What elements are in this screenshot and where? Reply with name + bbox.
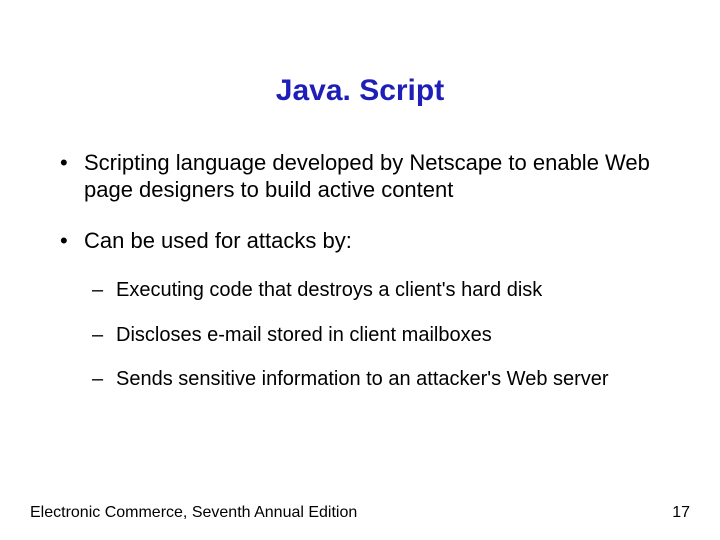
sub-bullet-item: – Executing code that destroys a client'…	[92, 278, 670, 302]
bullet-item: • Scripting language developed by Netsca…	[60, 150, 670, 204]
sub-bullet-item: – Sends sensitive information to an atta…	[92, 367, 670, 391]
footer-text: Electronic Commerce, Seventh Annual Edit…	[30, 504, 357, 522]
bullet-marker: •	[60, 228, 84, 255]
sub-bullet-text: Executing code that destroys a client's …	[116, 278, 670, 302]
sub-bullet-marker: –	[92, 323, 116, 347]
slide: Java. Script • Scripting language develo…	[0, 0, 720, 540]
bullet-marker: •	[60, 150, 84, 204]
bullet-text: Can be used for attacks by:	[84, 228, 670, 255]
sub-bullet-marker: –	[92, 367, 116, 391]
sub-bullet-marker: –	[92, 278, 116, 302]
slide-footer: Electronic Commerce, Seventh Annual Edit…	[30, 504, 690, 522]
page-number: 17	[672, 504, 690, 522]
sub-bullet-text: Sends sensitive information to an attack…	[116, 367, 670, 391]
slide-content: • Scripting language developed by Netsca…	[60, 150, 670, 412]
bullet-item: • Can be used for attacks by:	[60, 228, 670, 255]
sub-bullet-text: Discloses e-mail stored in client mailbo…	[116, 323, 670, 347]
sub-bullet-item: – Discloses e-mail stored in client mail…	[92, 323, 670, 347]
slide-title: Java. Script	[0, 74, 720, 108]
bullet-text: Scripting language developed by Netscape…	[84, 150, 670, 204]
sub-bullet-list: – Executing code that destroys a client'…	[60, 278, 670, 391]
